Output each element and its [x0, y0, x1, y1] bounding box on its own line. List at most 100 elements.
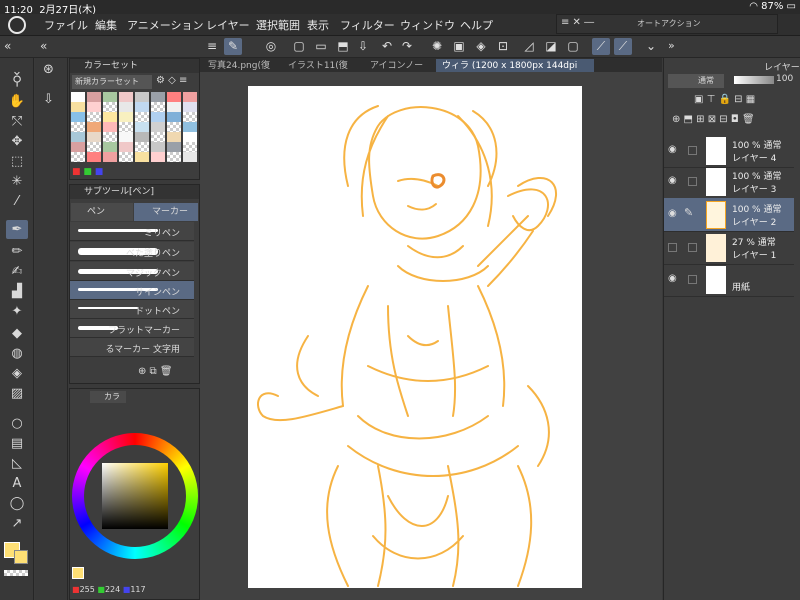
color-swatch[interactable]	[87, 142, 101, 152]
color-swatch[interactable]	[167, 122, 181, 132]
brush-sign-pen[interactable]: サインペン	[70, 281, 194, 300]
color-swatch[interactable]	[103, 152, 117, 162]
color-swatch[interactable]	[119, 112, 133, 122]
menu-file[interactable]: ファイル	[44, 17, 88, 33]
text-tool-icon[interactable]: A	[6, 474, 28, 493]
transparent-color-chip[interactable]	[4, 570, 28, 576]
app-logo-icon[interactable]	[8, 16, 26, 34]
tab-photo24[interactable]: 写真24.png(復	[202, 59, 278, 73]
menu-animation[interactable]: アニメーション	[127, 17, 204, 33]
color-swatch[interactable]	[71, 102, 85, 112]
color-swatch[interactable]	[71, 92, 85, 102]
tab-marker[interactable]: マーカー	[134, 203, 198, 221]
color-swatch[interactable]	[87, 122, 101, 132]
saturation-square[interactable]	[102, 463, 168, 529]
blend-mode-select[interactable]: 通常	[668, 74, 724, 88]
color-swatch[interactable]	[183, 112, 197, 122]
menu-window[interactable]: ウィンドウ	[400, 17, 455, 33]
color-swatch[interactable]	[103, 102, 117, 112]
color-swatch[interactable]	[71, 152, 85, 162]
brush-dot-pen[interactable]: ドットペン	[70, 300, 194, 319]
color-swatch[interactable]	[71, 112, 85, 122]
color-swatch[interactable]	[135, 142, 149, 152]
pen-mode-icon[interactable]: ✎	[224, 38, 242, 55]
balloon-tool-icon[interactable]: ◯	[6, 494, 28, 513]
square-icon[interactable]: ▢	[564, 38, 582, 55]
correct-line-tool-icon[interactable]: ↗	[6, 514, 28, 533]
menu-edit[interactable]: 編集	[95, 17, 117, 33]
color-swatch[interactable]	[183, 142, 197, 152]
color-swatch[interactable]	[151, 132, 165, 142]
color-swatch[interactable]	[183, 92, 197, 102]
layer-tool-icons-row2[interactable]: ⊕ ⬒ ⊞ ⊠ ⊟ ◘ 🗑	[672, 114, 755, 125]
brush-tool-icon[interactable]: ✍	[6, 262, 28, 281]
gradient-tool-icon[interactable]: ▨	[6, 384, 28, 403]
menu-selection[interactable]: 選択範囲	[256, 17, 300, 33]
layer-tool-icons-row1[interactable]: ▣ ⊤ 🔒 ⊟ ▦	[694, 94, 755, 105]
color-swatch[interactable]	[103, 132, 117, 142]
brush-fill-pen[interactable]: べた塗りペン	[70, 242, 194, 261]
color-swatch[interactable]	[167, 92, 181, 102]
figure-tool-icon[interactable]: ○	[6, 414, 28, 433]
color-swatch[interactable]	[183, 152, 197, 162]
collapse-icon[interactable]: «	[40, 39, 47, 53]
new-file-icon[interactable]: ▢	[290, 38, 308, 55]
color-swatch[interactable]	[135, 152, 149, 162]
color-swatch-grid[interactable]	[71, 92, 199, 164]
menu-icon[interactable]: ≡ ✕ ―	[561, 17, 594, 28]
sub-color-chip[interactable]	[14, 550, 28, 564]
layer-row-3[interactable]: ◉ 100 % 通常 レイヤー 3	[664, 165, 794, 199]
pencil-tool-icon[interactable]: ✏	[6, 242, 28, 261]
color-swatch[interactable]	[135, 102, 149, 112]
tab-illust11[interactable]: イラスト11(復	[282, 59, 360, 73]
tab-willa[interactable]: ウィラ (1200 x 1800px 144dpi 71.4%)	[436, 59, 594, 85]
color-swatch[interactable]	[151, 112, 165, 122]
fill-tool-icon[interactable]: ◈	[6, 364, 28, 383]
airbrush-tool-icon[interactable]: ▟	[6, 282, 28, 301]
fill-icon[interactable]: ◈	[472, 38, 490, 55]
menu-filter[interactable]: フィルター	[340, 17, 395, 33]
brush-flat-marker[interactable]: フラットマーカー	[70, 319, 194, 338]
crop-icon[interactable]: ⊡	[494, 38, 512, 55]
color-swatch[interactable]	[151, 152, 165, 162]
tab-icon-note[interactable]: アイコンノート	[364, 59, 432, 85]
color-swatch[interactable]	[151, 122, 165, 132]
color-swatch[interactable]	[135, 112, 149, 122]
color-swatch[interactable]	[103, 142, 117, 152]
decoration-tool-icon[interactable]: ✦	[6, 302, 28, 321]
color-swatch[interactable]	[167, 102, 181, 112]
color-swatch[interactable]	[135, 122, 149, 132]
menu-view[interactable]: 表示	[307, 17, 329, 33]
eyedropper-icon[interactable]: ⁄	[6, 192, 28, 211]
color-swatch[interactable]	[87, 102, 101, 112]
eraser-tool-icon[interactable]: ◆	[6, 324, 28, 343]
color-swatch[interactable]	[119, 92, 133, 102]
operation-tool-icon[interactable]: ⤲	[6, 112, 28, 131]
color-swatch[interactable]	[71, 142, 85, 152]
export-icon[interactable]: ⇩	[354, 38, 372, 55]
color-swatch[interactable]	[119, 152, 133, 162]
open-folder-icon[interactable]: ▭	[312, 38, 330, 55]
collapse-left-icon[interactable]: «	[4, 39, 11, 53]
color-swatch[interactable]	[103, 112, 117, 122]
collapse-right-icon[interactable]: »	[668, 39, 675, 52]
color-swatch[interactable]	[151, 142, 165, 152]
opacity-value[interactable]: 100	[776, 74, 793, 84]
color-swatch[interactable]	[87, 132, 101, 142]
color-swatch[interactable]	[119, 122, 133, 132]
color-swatch[interactable]	[103, 122, 117, 132]
menu-layer[interactable]: レイヤー	[206, 17, 250, 33]
color-swatch[interactable]	[71, 122, 85, 132]
spiral-icon[interactable]: ◎	[262, 38, 280, 55]
color-swatch[interactable]	[183, 122, 197, 132]
layer-row-paper[interactable]: ◉ 用紙	[664, 263, 794, 297]
menu-help[interactable]: ヘルプ	[460, 17, 493, 33]
color-swatch[interactable]	[183, 102, 197, 112]
color-swatch[interactable]	[151, 92, 165, 102]
navigator-icon[interactable]: ⊛	[43, 62, 54, 77]
pen-tool-icon[interactable]: ✒	[6, 220, 28, 239]
pressure-icon[interactable]: ⟋	[614, 38, 632, 55]
color-set-footer-icons[interactable]: ■ ■ ■	[72, 167, 103, 177]
color-swatch[interactable]	[151, 102, 165, 112]
color-swatch[interactable]	[87, 112, 101, 122]
